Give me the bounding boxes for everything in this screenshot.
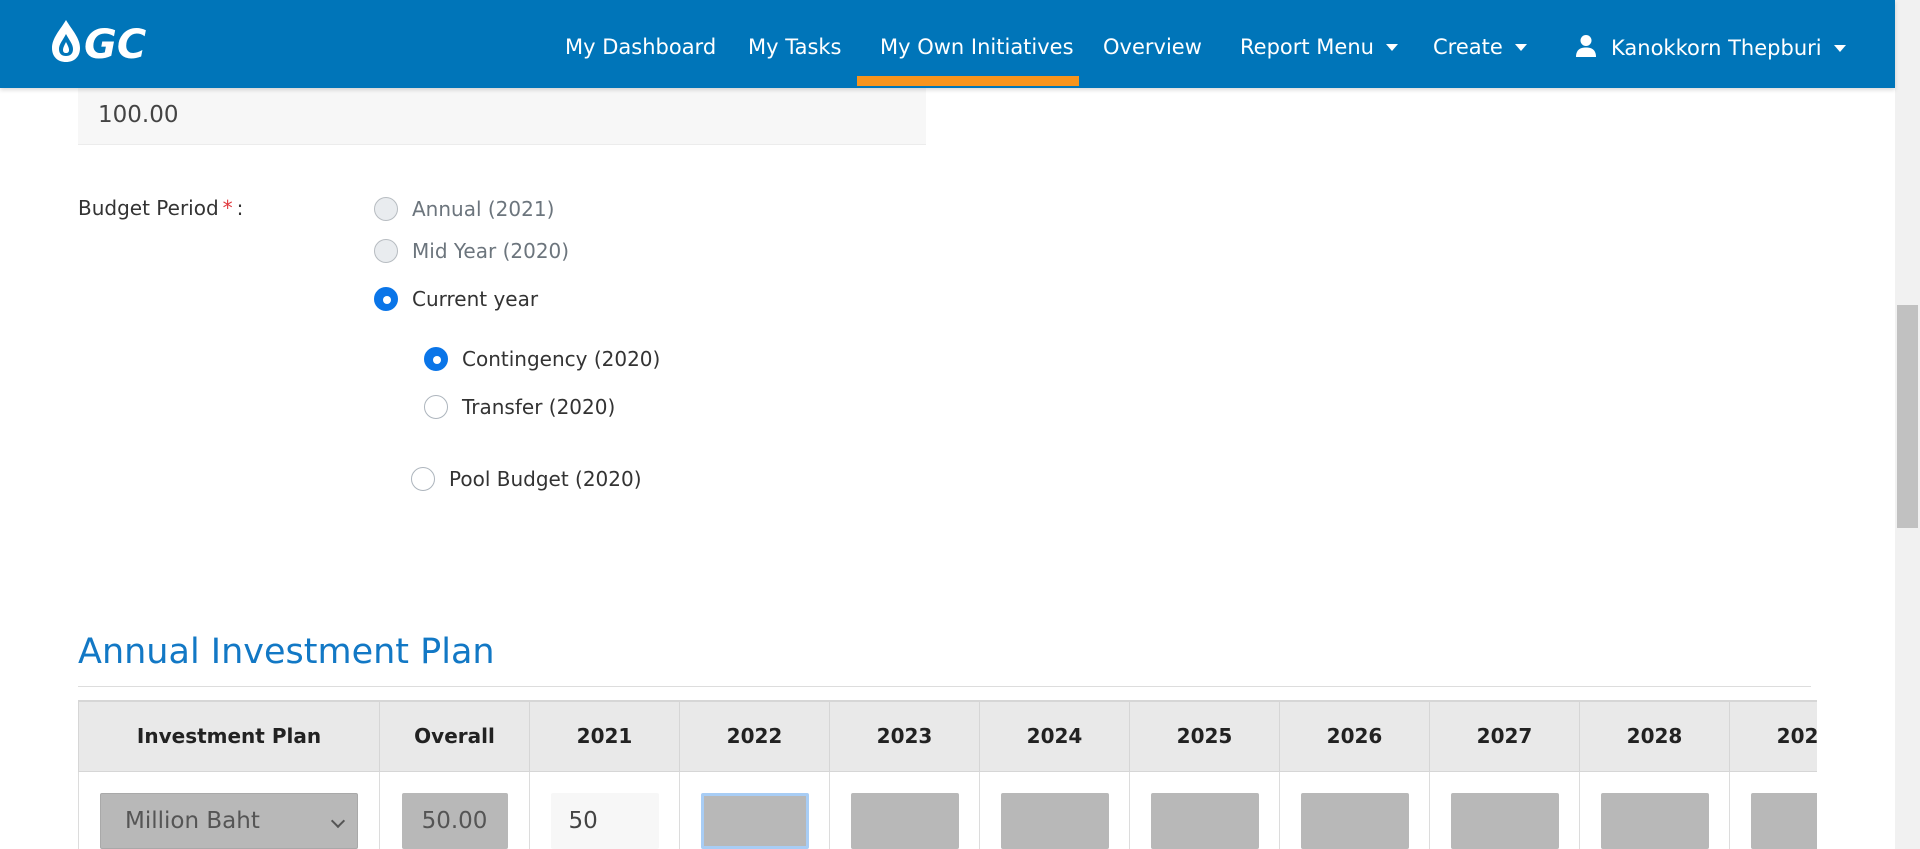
col-header-2023: 2023: [829, 700, 980, 772]
label-colon: :: [236, 196, 244, 220]
col-header-2021: 2021: [529, 700, 680, 772]
col-header-2029: 2029: [1729, 700, 1817, 772]
radio-current-year-circle[interactable]: [374, 287, 398, 311]
col-header-2022: 2022: [679, 700, 830, 772]
radio-contingency-label: Contingency (2020): [462, 347, 661, 371]
radio-contingency-circle[interactable]: [424, 347, 448, 371]
radio-contingency[interactable]: Contingency (2020): [424, 344, 660, 374]
radio-annual-label: Annual (2021): [412, 197, 555, 221]
nav-user-menu[interactable]: Kanokkorn Thepburi: [1575, 34, 1846, 60]
table-header-row: Investment Plan Overall 2021 2022 2023 2…: [78, 700, 1817, 772]
radio-current-year-label: Current year: [412, 287, 539, 311]
required-mark: *: [222, 196, 233, 220]
nav-my-tasks[interactable]: My Tasks: [748, 34, 842, 60]
cell-2023: [829, 770, 980, 849]
nav-create-label: Create: [1433, 35, 1503, 59]
radio-pool-budget-label: Pool Budget (2020): [449, 467, 642, 491]
year-2028-input[interactable]: [1600, 792, 1709, 849]
radio-transfer-circle[interactable]: [424, 395, 448, 419]
svg-text:GC: GC: [84, 22, 146, 64]
page-scrollbar-thumb[interactable]: [1897, 305, 1918, 528]
caret-down-icon: [1833, 45, 1846, 52]
radio-pool-budget[interactable]: Pool Budget (2020): [411, 464, 642, 494]
overall-field: 50.00: [401, 792, 508, 849]
section-title: Annual Investment Plan: [78, 632, 495, 672]
year-2025-input[interactable]: [1150, 792, 1259, 849]
radio-transfer[interactable]: Transfer (2020): [424, 392, 615, 422]
cell-2021: 50: [529, 770, 680, 849]
section-divider: [78, 686, 1811, 687]
radio-annual-circle[interactable]: [374, 197, 398, 221]
cell-unit: Million Baht: [78, 770, 380, 849]
unit-select[interactable]: Million Baht: [100, 792, 358, 849]
year-2024-input[interactable]: [1000, 792, 1109, 849]
cell-2026: [1279, 770, 1430, 849]
cell-2024: [979, 770, 1130, 849]
cell-overall: 50.00: [379, 770, 530, 849]
cell-2027: [1429, 770, 1580, 849]
user-icon: [1576, 35, 1596, 57]
nav-create[interactable]: Create: [1433, 34, 1527, 60]
radio-pool-budget-circle[interactable]: [411, 467, 435, 491]
col-header-2024: 2024: [979, 700, 1130, 772]
radio-mid-year-circle[interactable]: [374, 239, 398, 263]
year-2021-input[interactable]: 50: [550, 792, 659, 849]
year-2027-input[interactable]: [1450, 792, 1559, 849]
gc-logo[interactable]: GC: [48, 18, 180, 64]
table-row: Million Baht 50.00 50: [78, 770, 1817, 849]
nav-report-menu-label: Report Menu: [1240, 35, 1374, 59]
col-header-2026: 2026: [1279, 700, 1430, 772]
radio-annual[interactable]: Annual (2021): [374, 194, 554, 224]
budget-amount-field[interactable]: 100.00: [78, 88, 926, 145]
active-tab-underline: [857, 76, 1079, 86]
year-2029-input[interactable]: [1750, 792, 1817, 849]
col-header-overall: Overall: [379, 700, 530, 772]
budget-period-label: Budget Period *:: [78, 196, 243, 220]
caret-down-icon: [1385, 44, 1398, 51]
unit-select-value: Million Baht: [125, 807, 260, 834]
radio-transfer-label: Transfer (2020): [462, 395, 616, 419]
cell-2029: [1729, 770, 1817, 849]
caret-down-icon: [1514, 44, 1527, 51]
col-header-2027: 2027: [1429, 700, 1580, 772]
top-navbar: GC My Dashboard My Tasks My Own Initiati…: [0, 0, 1895, 88]
cell-2025: [1129, 770, 1280, 849]
radio-mid-year[interactable]: Mid Year (2020): [374, 236, 569, 266]
cell-2022: [679, 770, 830, 849]
radio-current-year[interactable]: Current year: [374, 284, 538, 314]
nav-my-own-initiatives[interactable]: My Own Initiatives: [880, 34, 1074, 60]
col-header-2028: 2028: [1579, 700, 1730, 772]
nav-overview[interactable]: Overview: [1103, 34, 1202, 60]
col-header-investment-plan: Investment Plan: [78, 700, 380, 772]
nav-my-dashboard[interactable]: My Dashboard: [565, 34, 716, 60]
nav-report-menu[interactable]: Report Menu: [1240, 34, 1398, 60]
investment-plan-table: Investment Plan Overall 2021 2022 2023 2…: [78, 700, 1817, 849]
year-2022-input[interactable]: [700, 792, 809, 849]
chevron-down-icon: [330, 813, 346, 828]
year-2023-input[interactable]: [850, 792, 959, 849]
cell-2028: [1579, 770, 1730, 849]
radio-mid-year-label: Mid Year (2020): [412, 239, 570, 263]
budget-period-label-text: Budget Period: [78, 196, 219, 220]
col-header-2025: 2025: [1129, 700, 1280, 772]
year-2026-input[interactable]: [1300, 792, 1409, 849]
user-name: Kanokkorn Thepburi: [1611, 36, 1822, 60]
